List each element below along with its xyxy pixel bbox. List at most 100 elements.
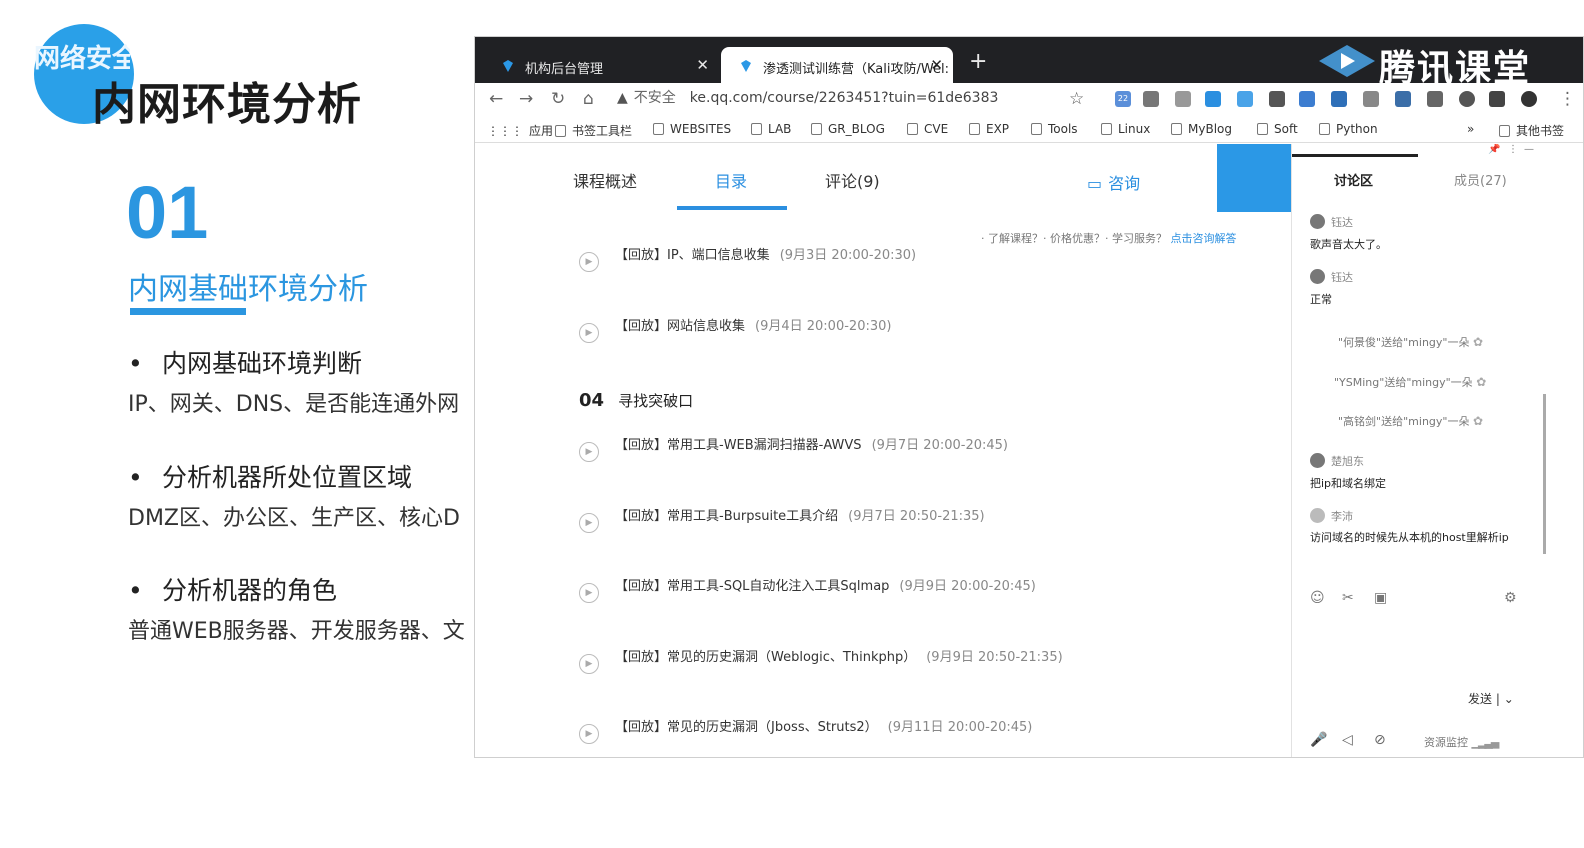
bookmark-label: 书签工具栏 <box>572 124 633 138</box>
lesson-item[interactable]: ▶ 【回放】常用工具-Burpsuite工具介绍 (9月7日 20:50-21:35… <box>579 505 985 533</box>
bookmark-label: 应用 <box>529 124 554 138</box>
folder-icon <box>555 125 566 137</box>
chevron-down-icon[interactable]: ⌄ <box>1504 692 1514 706</box>
bookmark-apps[interactable]: ⋮⋮⋮ 应用 <box>487 122 553 139</box>
bookmark-folder[interactable]: WEBSITES <box>653 122 731 136</box>
bookmark-label: LAB <box>768 122 792 136</box>
pin-icon[interactable]: 📌 <box>1488 144 1500 155</box>
scrollbar[interactable] <box>1543 144 1549 757</box>
lesson-item[interactable]: ▶ 【回放】网站信息收集 (9月4日 20:00-20:30) <box>579 315 891 343</box>
avatar <box>1310 453 1325 468</box>
bookmark-label: Linux <box>1118 122 1151 136</box>
image-icon[interactable]: ▣ <box>1374 590 1387 606</box>
extension-icon[interactable] <box>1459 91 1475 107</box>
bookmark-folder-other[interactable]: 其他书签 <box>1499 122 1564 139</box>
section-subtitle: 内网基础环境分析 <box>128 272 368 307</box>
lesson-time: (9月9日 20:00-20:45) <box>899 579 1036 594</box>
lesson-item[interactable]: ▶ 【回放】常用工具-WEB漏洞扫描器-AWVS (9月7日 20:00-20:45… <box>579 434 1008 462</box>
microphone-icon[interactable]: 🎤 <box>1310 732 1327 748</box>
scissors-icon[interactable]: ✂ <box>1342 590 1354 606</box>
extension-icon[interactable] <box>1489 91 1505 107</box>
tab-admin-label: 机构后台管理 <box>525 62 604 77</box>
extension-icon[interactable] <box>1299 91 1315 107</box>
url-field[interactable]: ▲ 不安全 ke.qq.com/course/2263451?tuin=61de63… <box>617 87 1077 113</box>
browser-window: 机构后台管理 ✕ 渗透测试训练营（Kali攻防/Wel: ✕ + 腾讯课堂 ← … <box>474 36 1584 758</box>
play-icon: ▶ <box>579 252 599 272</box>
extension-icon[interactable] <box>1269 91 1285 107</box>
qq-shield-icon <box>741 60 751 72</box>
speaker-icon[interactable]: ◁ <box>1342 732 1353 748</box>
gift-text: "何景俊"送给"mingy"一朵 <box>1338 336 1470 349</box>
lesson-time: (9月3日 20:00-20:30) <box>779 248 917 263</box>
play-icon: ▶ <box>579 323 599 343</box>
lesson-item[interactable]: ▶ 【回放】常见的历史漏洞（Weblogic、Thinkphp） (9月9日 20:… <box>579 646 1063 674</box>
avatar <box>1310 269 1325 284</box>
extension-icon[interactable] <box>1395 91 1411 107</box>
tab-catalog[interactable]: 目录 <box>715 168 747 192</box>
bookmark-folder[interactable]: CVE <box>907 122 948 136</box>
profile-icon[interactable] <box>1521 91 1537 107</box>
bookmark-folder[interactable]: LAB <box>751 122 791 136</box>
lesson-title: 【回放】常用工具-Burpsuite工具介绍 <box>615 509 839 524</box>
folder-icon <box>1171 123 1182 135</box>
extension-icon[interactable] <box>1427 91 1443 107</box>
chat-message: 访问域名的时候先从本机的host里解析ip <box>1310 531 1509 544</box>
bookmark-folder[interactable]: Soft <box>1257 122 1298 136</box>
tab-course[interactable]: 渗透测试训练营（Kali攻防/Wel: ✕ <box>721 47 953 83</box>
bookmark-label: WEBSITES <box>670 122 732 136</box>
close-icon[interactable]: ✕ <box>930 56 943 74</box>
lesson-item[interactable]: ▶ 【回放】IP、端口信息收集 (9月3日 20:00-20:30) <box>579 244 916 272</box>
settings-icon[interactable]: ⚙ <box>1504 590 1517 606</box>
lesson-title: 【回放】IP、端口信息收集 <box>615 248 770 263</box>
reload-icon[interactable]: ↻ <box>551 89 565 109</box>
send-button[interactable]: 发送 | ⌄ <box>1468 690 1514 707</box>
chapter-title: 寻找突破口 <box>618 392 694 410</box>
emoji-icon[interactable]: ☺ <box>1310 590 1325 606</box>
tab-overview[interactable]: 课程概述 <box>573 168 637 192</box>
bookmark-star-icon[interactable]: ☆ <box>1069 89 1084 109</box>
tab-comments[interactable]: 评论(9) <box>825 168 880 192</box>
chat-username: 钰达 <box>1331 216 1353 229</box>
bookmark-folder[interactable]: Linux <box>1101 122 1150 136</box>
close-icon[interactable]: ✕ <box>696 56 709 74</box>
more-icon[interactable]: ⋮ <box>1508 144 1518 155</box>
extension-icon[interactable] <box>1143 91 1159 107</box>
bookmarks-overflow[interactable]: » <box>1467 122 1474 136</box>
subtitle-underline <box>130 308 246 315</box>
new-tab-button[interactable]: + <box>969 49 987 74</box>
extension-icon[interactable] <box>1175 91 1191 107</box>
flower-icon: ✿ <box>1472 335 1484 349</box>
bookmark-folder[interactable]: MyBlog <box>1171 122 1232 136</box>
bullet-1: • 内网基础环境判断 <box>128 349 363 378</box>
bookmark-folder[interactable]: GR_BLOG <box>811 122 885 136</box>
bookmark-folder[interactable]: EXP <box>969 122 1009 136</box>
tab-discussion[interactable]: 讨论区 <box>1334 170 1373 189</box>
minimize-icon[interactable]: — <box>1524 144 1534 155</box>
resource-monitor[interactable]: 资源监控 ▁▂▃▄ <box>1424 734 1499 750</box>
home-icon[interactable]: ⌂ <box>583 89 594 109</box>
play-icon: ▶ <box>579 654 599 674</box>
chat-user: 李沛 <box>1310 508 1353 524</box>
extension-icon[interactable] <box>1237 91 1253 107</box>
lesson-item[interactable]: ▶ 【回放】常用工具-SQL自动化注入工具Sqlmap (9月9日 20:00-20… <box>579 575 1036 603</box>
tab-admin[interactable]: 机构后台管理 ✕ <box>483 47 719 83</box>
menu-icon[interactable]: ⋮ <box>1559 89 1576 109</box>
consult-button[interactable]: ▭ 咨询 <box>1087 170 1140 194</box>
consult-label: 咨询 <box>1108 174 1141 193</box>
extension-icon[interactable] <box>1205 91 1221 107</box>
back-icon[interactable]: ← <box>489 89 503 109</box>
forward-icon[interactable]: → <box>519 89 533 109</box>
bookmark-folder[interactable]: Tools <box>1031 122 1078 136</box>
scroll-thumb[interactable] <box>1543 394 1546 554</box>
extension-icon[interactable]: 22 <box>1115 91 1131 107</box>
bookmark-folder[interactable]: Python <box>1319 122 1378 136</box>
bookmark-folder[interactable]: 书签工具栏 <box>555 122 632 139</box>
extension-icon[interactable] <box>1331 91 1347 107</box>
camera-off-icon[interactable]: ⊘ <box>1374 732 1386 748</box>
folder-icon <box>1257 123 1268 135</box>
lesson-item[interactable]: ▶ 【回放】常见的历史漏洞（Jboss、Struts2） (9月11日 20:00-… <box>579 716 1032 744</box>
tab-members[interactable]: 成员(27) <box>1454 170 1507 189</box>
send-label: 发送 <box>1468 692 1493 706</box>
consult-link[interactable]: 点击咨询解答 <box>1170 232 1236 245</box>
extension-icon[interactable] <box>1363 91 1379 107</box>
